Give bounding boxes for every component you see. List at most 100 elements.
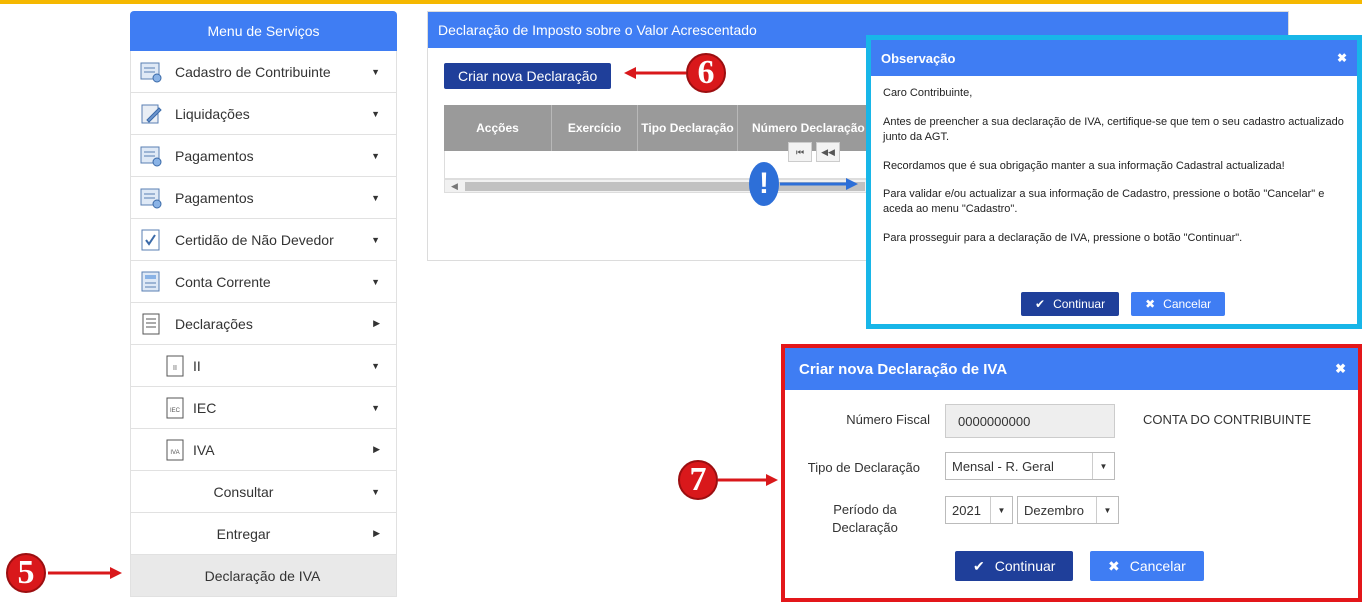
column-header[interactable]: Exercício [552,105,638,151]
new-vat-declaration-dialog: Criar nova Declaração de IVA ✖ Número Fi… [781,344,1362,602]
step-7-badge: 7 [678,460,718,500]
dialog-title: Observação [881,50,956,66]
doc-iva-icon: IVA [166,439,184,460]
cancel-button[interactable]: ✖ Cancelar [1131,292,1226,316]
column-header[interactable]: Tipo Declaração [638,105,738,151]
chevron-down-icon: ▼ [1096,497,1118,523]
dialog-paragraph: Antes de preencher a sua declaração de I… [883,115,1344,143]
menu-item-label: Consultar [213,483,274,500]
menu-item-conta-corrente[interactable]: Conta Corrente ▼ [130,261,397,303]
menu-item-label: Pagamentos [175,147,254,164]
cancel-label: Cancelar [1163,297,1212,311]
menu-item-label: Declaração de IVA [204,567,321,584]
month-select[interactable]: Dezembro ▼ [1017,496,1119,524]
year-select[interactable]: 2021 ▼ [945,496,1013,524]
chevron-right-icon: ▶ [373,318,380,328]
selected-value: 2021 [952,502,981,518]
menu-item-label: IVA [193,441,215,458]
nif-field: 0000000000 [945,404,1115,438]
chevron-down-icon: ▼ [371,276,380,287]
menu-item-label: Liquidações [175,105,250,122]
account-label: CONTA DO CONTRIBUINTE [1143,412,1312,427]
menu-item-iec[interactable]: IEC IEC ▼ [130,387,397,429]
form-icon [140,62,162,82]
menu-item-label: Certidão de Não Devedor [175,231,334,248]
nif-label: Número Fiscal [846,412,930,427]
selected-value: Mensal - R. Geral [952,458,1054,474]
form-icon [140,146,162,166]
close-icon: ✖ [1108,557,1120,574]
dialog-title: Criar nova Declaração de IVA [799,360,1008,378]
menu-item-label: Entregar [216,525,271,542]
menu-item-liquidacoes[interactable]: Liquidações ▼ [130,93,397,135]
menu-item-pagamentos-2[interactable]: Pagamentos ▼ [130,177,397,219]
pagination: ⏮ ◀◀ [788,142,840,162]
chevron-down-icon: ▼ [371,360,380,371]
check-icon: ✔ [1035,297,1046,311]
doc-iec-icon: IEC [166,397,184,418]
first-page-button[interactable]: ⏮ [788,142,812,162]
menu-item-ii[interactable]: II II ▼ [130,345,397,387]
dialog-header: Observação ✖ [871,40,1357,76]
check-icon: ✔ [973,557,985,574]
continue-button[interactable]: ✔ Continuar [1021,292,1120,316]
dialog-paragraph: Para validar e/ou actualizar a sua infor… [883,188,1325,216]
declaration-type-select[interactable]: Mensal - R. Geral ▼ [945,452,1115,480]
menu-item-pagamentos[interactable]: Pagamentos ▼ [130,135,397,177]
chevron-right-icon: ▶ [373,528,380,538]
scrollbar-thumb[interactable] [465,182,865,191]
svg-text:II: II [173,365,177,372]
chevron-down-icon: ▼ [371,150,380,161]
menu-item-certidao[interactable]: Certidão de Não Devedor ▼ [130,219,397,261]
step-5-badge: 5 [6,553,46,593]
menu-item-label: Conta Corrente [175,273,271,290]
close-icon[interactable]: ✖ [1335,361,1346,377]
menu-title: Menu de Serviços [130,11,397,51]
chevron-down-icon: ▼ [371,66,380,77]
dialog-paragraph: Para prosseguir para a declaração de IVA… [883,232,1243,245]
chevron-down-icon: ▼ [371,402,380,413]
continue-label: Continuar [994,558,1056,574]
chevron-down-icon: ▼ [371,192,380,203]
menu-item-entregar[interactable]: Entregar ▶ [130,513,397,555]
dialog-body: Caro Contribuinte, Antes de preencher a … [871,76,1357,246]
continue-label: Continuar [1053,297,1106,311]
close-icon: ✖ [1145,297,1156,311]
menu-item-consultar[interactable]: Consultar ▼ [130,471,397,513]
menu-item-iva[interactable]: IVA IVA ▶ [130,429,397,471]
certificate-icon [141,229,160,250]
dialog-header: Criar nova Declaração de IVA ✖ [785,348,1358,390]
period-label: Período da Declaração [832,502,898,536]
document-icon [142,313,160,334]
cancel-label: Cancelar [1129,558,1186,574]
edit-doc-icon [141,104,162,123]
scroll-left-icon[interactable]: ◀ [451,181,458,192]
svg-text:IVA: IVA [170,450,179,456]
chevron-down-icon: ▼ [1092,453,1114,479]
menu-item-declaracoes[interactable]: Declarações ▶ [130,303,397,345]
form-icon [140,188,162,208]
chevron-right-icon: ▶ [373,444,380,454]
selected-value: Dezembro [1024,502,1084,518]
alert-icon: ! [749,162,779,206]
dialog-buttons: ✔ Continuar ✖ Cancelar [1021,292,1226,316]
observation-dialog: Observação ✖ Caro Contribuinte, Antes de… [866,35,1362,329]
top-accent-bar [0,0,1362,4]
new-declaration-button[interactable]: Criar nova Declaração [444,63,612,89]
menu-item-label: IEC [193,399,217,416]
column-header[interactable]: Acções [444,105,552,151]
doc-ii-icon: II [166,355,184,376]
menu-item-label: Cadastro de Contribuinte [175,63,331,80]
close-icon[interactable]: ✖ [1337,51,1347,65]
previous-page-button[interactable]: ◀◀ [816,142,840,162]
chevron-down-icon: ▼ [371,486,380,497]
menu-item-cadastro[interactable]: Cadastro de Contribuinte ▼ [130,51,397,93]
cancel-button[interactable]: ✖ Cancelar [1090,551,1204,581]
arrow-head [766,474,778,486]
dialog-paragraph: Recordamos que é sua obrigação manter a … [883,159,1285,172]
menu-item-label: Pagamentos [175,189,254,206]
chevron-down-icon: ▼ [371,234,380,245]
continue-button[interactable]: ✔ Continuar [955,551,1074,581]
menu-item-declaracao-iva[interactable]: Declaração de IVA [130,555,397,597]
arrow-head [110,567,122,579]
